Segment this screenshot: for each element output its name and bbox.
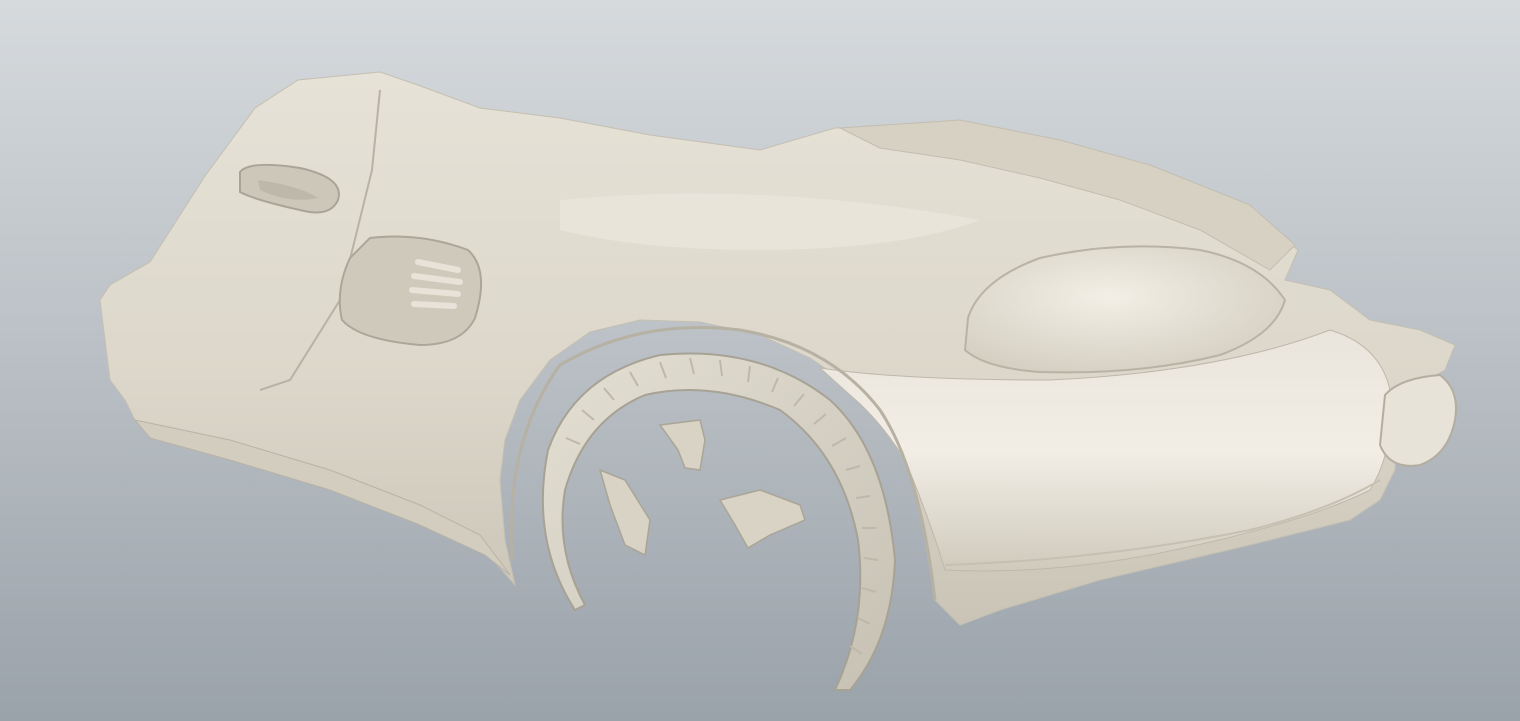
3d-viewport[interactable] — [0, 0, 1520, 721]
tire — [541, 352, 897, 691]
car-body-panel — [99, 71, 1456, 626]
wheel-spoke-top — [658, 419, 706, 471]
wheel-spoke-left — [598, 468, 651, 557]
exhaust-tip — [1378, 373, 1457, 467]
scan-mesh-render[interactable] — [0, 0, 1520, 721]
wheel-spoke-right — [718, 489, 806, 550]
